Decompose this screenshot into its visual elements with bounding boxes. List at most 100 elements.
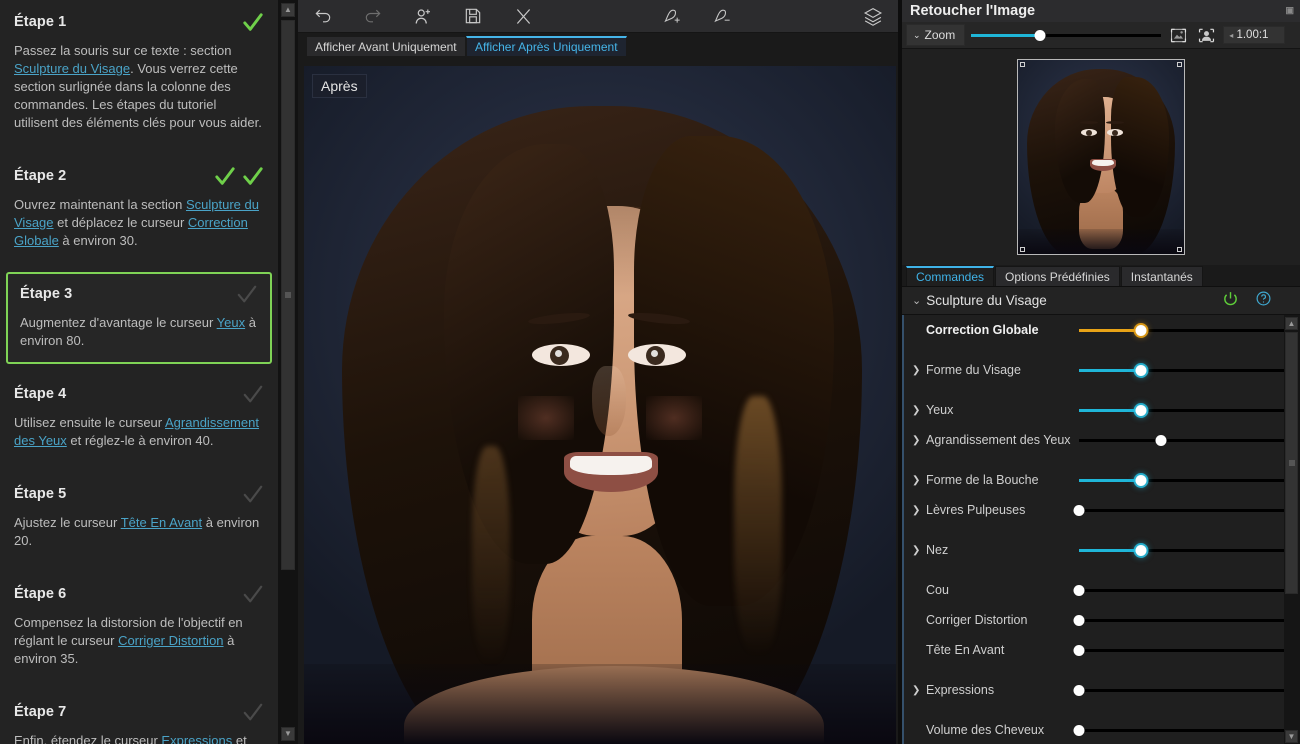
sidebar-scrollbar[interactable]: ▲ ▼ xyxy=(278,0,298,744)
control-slider-knob[interactable] xyxy=(1135,404,1146,416)
control-slider[interactable] xyxy=(1079,433,1284,447)
step-header: Étape 2 xyxy=(14,166,264,186)
step-divider xyxy=(0,682,278,690)
image-canvas[interactable]: Après xyxy=(304,66,896,744)
tab-instantanes[interactable]: Instantanés xyxy=(1120,266,1203,286)
step-link[interactable]: Sculpture du Visage xyxy=(14,61,130,76)
sidebar-scroll-up-icon[interactable]: ▲ xyxy=(281,3,295,17)
sidebar-scroll-thumb[interactable] xyxy=(281,20,295,570)
control-slider[interactable] xyxy=(1079,363,1284,377)
control-row-l-vres-pulpeuses[interactable]: ❯ Lèvres Pulpeuses xyxy=(904,495,1300,525)
control-slider-knob[interactable] xyxy=(1135,324,1146,336)
delete-icon[interactable] xyxy=(498,0,548,33)
control-slider[interactable] xyxy=(1073,503,1284,517)
control-slider[interactable] xyxy=(1073,643,1284,657)
tutorial-step-4[interactable]: Étape 4 Utilisez ensuite le curseur Agran… xyxy=(0,372,278,464)
step-body: Enfin, étendez le curseur Expressions et… xyxy=(14,732,264,744)
control-slider[interactable] xyxy=(1073,583,1284,597)
control-row-volume-des-cheveux[interactable]: Volume des Cheveux xyxy=(904,715,1300,744)
control-row-cou[interactable]: Cou xyxy=(904,575,1300,605)
step-title: Étape 4 xyxy=(14,386,67,402)
chevron-right-icon[interactable]: ❯ xyxy=(912,475,922,486)
tab-options-predefinies[interactable]: Options Prédéfinies xyxy=(995,266,1120,286)
control-row-forme-du-visage[interactable]: ❯ Forme du Visage xyxy=(904,355,1300,385)
control-label: Lèvres Pulpeuses xyxy=(926,503,1026,517)
tutorial-step-6[interactable]: Étape 6 Compensez la distorsion de l'obje… xyxy=(0,572,278,682)
panel-title-text: Retoucher l'Image xyxy=(910,3,1036,19)
sidebar-scroll-down-icon[interactable]: ▼ xyxy=(281,727,295,741)
control-row-corriger-distortion[interactable]: Corriger Distortion xyxy=(904,605,1300,635)
step-body: Augmentez d'avantage le curseur Yeux à e… xyxy=(20,314,258,350)
chevron-right-icon[interactable]: ❯ xyxy=(912,685,922,696)
step-check-icons xyxy=(242,484,264,504)
control-group-gap xyxy=(904,455,1300,465)
control-row-nez[interactable]: ❯ Nez xyxy=(904,535,1300,565)
tutorial-step-1[interactable]: Étape 1 Passez la souris sur ce texte : s… xyxy=(0,0,278,146)
tab-show-before-only[interactable]: Afficher Avant Uniquement xyxy=(306,36,466,57)
pin-icon[interactable]: ▣ xyxy=(1285,5,1294,16)
zoom-dropdown[interactable]: ⌄ Zoom xyxy=(906,24,966,46)
control-slider-knob[interactable] xyxy=(1073,724,1085,736)
layers-icon[interactable] xyxy=(848,0,898,33)
fit-to-face-icon[interactable] xyxy=(1195,25,1217,45)
control-label: Corriger Distortion xyxy=(926,613,1028,627)
control-row-agrandissement-des-yeux[interactable]: ❯ Agrandissement des Yeux xyxy=(904,425,1300,455)
fit-to-window-icon[interactable] xyxy=(1167,25,1189,45)
control-slider-knob[interactable] xyxy=(1073,504,1085,516)
control-row-t-te-en-avant[interactable]: Tête En Avant xyxy=(904,635,1300,665)
chevron-right-icon[interactable]: ❯ xyxy=(912,435,922,446)
chevron-right-icon[interactable]: ❯ xyxy=(912,545,922,556)
controls-scroll-down-icon[interactable]: ▼ xyxy=(1285,730,1298,743)
tutorial-step-2[interactable]: Étape 2 Ouvrez maintenant la section Scul… xyxy=(0,154,278,264)
save-icon[interactable] xyxy=(448,0,498,33)
control-slider-knob[interactable] xyxy=(1073,644,1085,656)
step-link[interactable]: Yeux xyxy=(217,315,245,330)
control-row-expressions[interactable]: ❯ Expressions xyxy=(904,675,1300,705)
control-slider[interactable] xyxy=(1079,403,1284,417)
step-link[interactable]: Corriger Distortion xyxy=(118,633,223,648)
power-toggle-icon[interactable] xyxy=(1222,290,1239,312)
brush-add-icon[interactable] xyxy=(648,0,698,33)
control-row-yeux[interactable]: ❯ Yeux xyxy=(904,395,1300,425)
control-slider-knob[interactable] xyxy=(1155,434,1167,446)
brush-subtract-icon[interactable] xyxy=(698,0,748,33)
control-slider-knob[interactable] xyxy=(1135,364,1146,376)
control-slider-knob[interactable] xyxy=(1135,474,1146,486)
help-icon[interactable] xyxy=(1255,290,1272,312)
chevron-right-icon[interactable]: ❯ xyxy=(912,505,922,516)
panel-tabs: Commandes Options Prédéfinies Instantané… xyxy=(902,265,1300,287)
preview-thumbnail[interactable] xyxy=(1017,59,1185,255)
control-slider[interactable] xyxy=(1073,613,1284,627)
step-link[interactable]: Tête En Avant xyxy=(121,515,202,530)
zoom-value[interactable]: ◂ 1.00:1 xyxy=(1223,26,1286,44)
zoom-slider-knob[interactable] xyxy=(1034,29,1046,41)
control-row-forme-de-la-bouche[interactable]: ❯ Forme de la Bouche xyxy=(904,465,1300,495)
control-slider-knob[interactable] xyxy=(1073,684,1085,696)
control-slider[interactable] xyxy=(1079,473,1284,487)
control-slider[interactable] xyxy=(1073,723,1284,737)
control-slider-knob[interactable] xyxy=(1135,544,1146,556)
tutorial-step-5[interactable]: Étape 5 Ajustez le curseur Tête En Avant … xyxy=(0,472,278,564)
tutorial-step-7[interactable]: Étape 7 Enfin, étendez le curseur Express… xyxy=(0,690,278,744)
redo-icon[interactable] xyxy=(348,0,398,33)
control-slider[interactable] xyxy=(1079,543,1284,557)
control-slider[interactable] xyxy=(1073,683,1284,697)
chevron-right-icon[interactable]: ❯ xyxy=(912,405,922,416)
image-preview-area[interactable] xyxy=(902,49,1300,265)
zoom-slider[interactable] xyxy=(971,28,1162,42)
control-slider-knob[interactable] xyxy=(1073,584,1085,596)
controls-scrollbar[interactable]: ▲ ▼ xyxy=(1284,315,1300,744)
control-row-correction-globale[interactable]: Correction Globale xyxy=(904,315,1300,345)
tab-show-after-only[interactable]: Afficher Après Uniquement xyxy=(466,36,627,57)
undo-icon[interactable] xyxy=(298,0,348,33)
controls-scroll-thumb[interactable] xyxy=(1285,332,1298,594)
control-slider-knob[interactable] xyxy=(1073,614,1085,626)
controls-scroll-up-icon[interactable]: ▲ xyxy=(1285,317,1298,330)
chevron-right-icon[interactable]: ❯ xyxy=(912,365,922,376)
control-slider[interactable] xyxy=(1079,323,1284,337)
add-person-icon[interactable] xyxy=(398,0,448,33)
section-header-sculpture-du-visage[interactable]: ⌄ Sculpture du Visage xyxy=(902,287,1300,315)
step-link[interactable]: Expressions xyxy=(161,733,232,744)
tab-commandes[interactable]: Commandes xyxy=(906,266,995,286)
tutorial-step-3[interactable]: Étape 3 Augmentez d'avantage le curseur Y… xyxy=(6,272,272,364)
